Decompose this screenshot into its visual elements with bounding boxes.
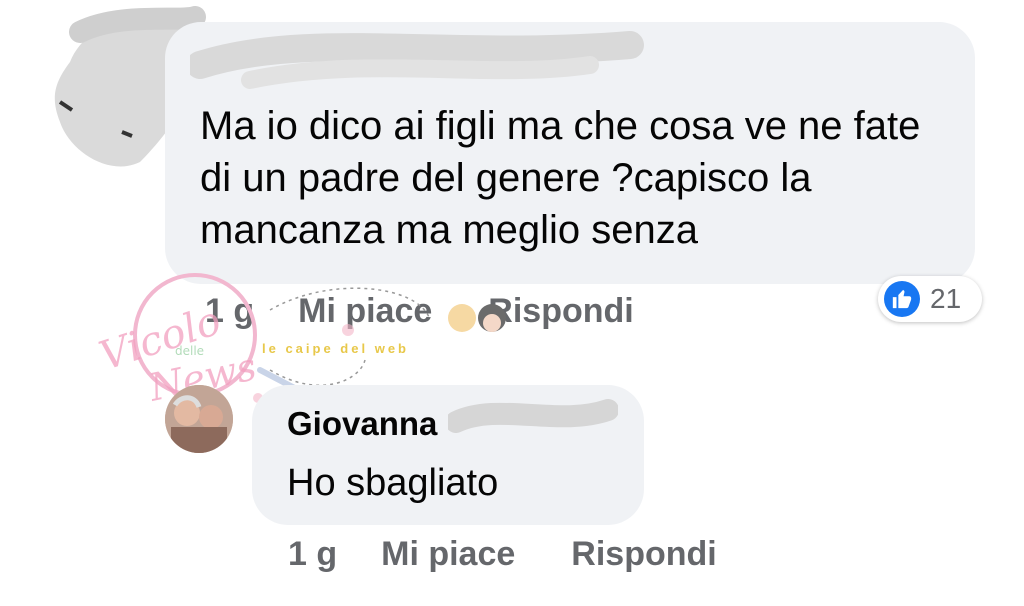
watermark-tagline: le caipe del web xyxy=(262,341,409,356)
reaction-summary[interactable]: 21 xyxy=(878,276,982,322)
reply-like-button[interactable]: Mi piace xyxy=(381,535,515,574)
reply-time: 1 g xyxy=(288,535,338,573)
comment-text: Ma io dico ai figli ma che cosa ve ne fa… xyxy=(200,104,921,252)
reply-reply-button[interactable]: Rispondi xyxy=(571,535,716,574)
reply-author[interactable]: Giovanna xyxy=(287,405,437,443)
reaction-count: 21 xyxy=(930,283,962,314)
reply-author-redaction xyxy=(448,399,618,433)
author-name-redaction xyxy=(190,31,644,89)
reply-avatar[interactable] xyxy=(165,385,233,453)
reply-actions: 1 g Mi piace Rispondi xyxy=(288,535,717,574)
thumbs-up-icon xyxy=(884,281,920,317)
reply-text: Ho sbagliato xyxy=(287,462,499,504)
